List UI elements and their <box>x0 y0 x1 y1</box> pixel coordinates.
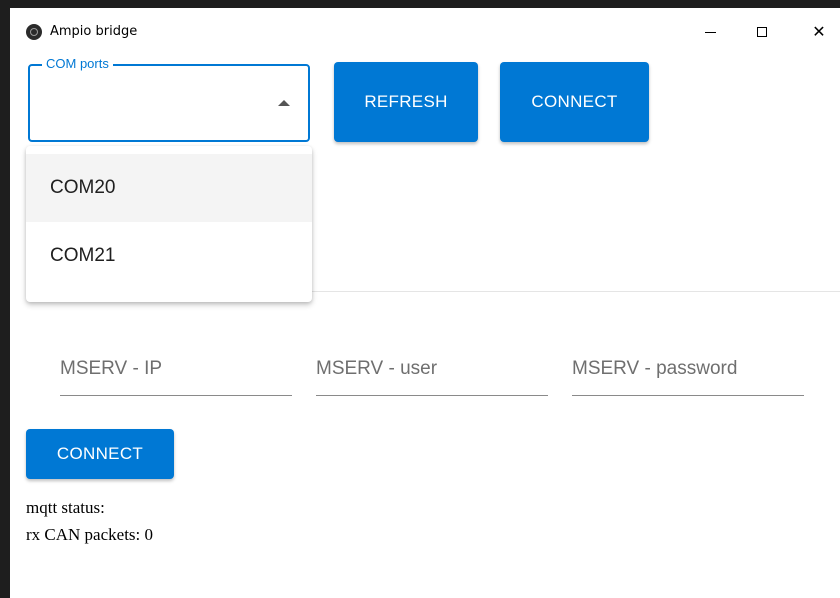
mserv-ip-field[interactable] <box>60 354 292 396</box>
mserv-ip-input[interactable] <box>60 354 292 380</box>
window-title: Ampio bridge <box>50 24 138 39</box>
title-bar: Ampio bridge ✕ <box>10 8 840 40</box>
close-button[interactable]: ✕ <box>804 20 834 44</box>
mqtt-status: mqtt status: <box>26 498 105 518</box>
mserv-password-input[interactable] <box>572 354 804 380</box>
divider <box>312 291 840 292</box>
connect-mqtt-button[interactable]: CONNECT <box>26 429 174 479</box>
dropdown-option-com21[interactable]: COM21 <box>26 222 312 290</box>
minimize-icon <box>704 31 716 33</box>
app-window: Ampio bridge ✕ COM ports REFRESH CONNECT… <box>10 8 840 598</box>
app-logo-icon <box>26 24 42 40</box>
refresh-button[interactable]: REFRESH <box>334 62 478 142</box>
com-ports-label: COM ports <box>42 56 113 72</box>
mserv-password-field[interactable] <box>572 354 804 396</box>
com-ports-select[interactable]: COM ports <box>28 56 310 142</box>
com-ports-dropdown: COM20 COM21 <box>26 146 312 302</box>
rx-can-packets-count: 0 <box>144 525 154 544</box>
chevron-up-icon[interactable] <box>278 100 290 106</box>
maximize-icon <box>757 27 767 37</box>
rx-can-packets-label: rx CAN packets: <box>26 525 141 544</box>
connect-serial-button[interactable]: CONNECT <box>500 62 649 142</box>
mserv-user-input[interactable] <box>316 354 548 380</box>
minimize-button[interactable] <box>695 20 725 44</box>
maximize-button[interactable] <box>747 20 777 44</box>
close-icon: ✕ <box>812 22 826 41</box>
rx-can-packets: rx CAN packets: 0 <box>26 525 153 545</box>
dropdown-option-com20[interactable]: COM20 <box>26 154 312 222</box>
mserv-user-field[interactable] <box>316 354 548 396</box>
mqtt-status-label: mqtt status: <box>26 498 105 517</box>
